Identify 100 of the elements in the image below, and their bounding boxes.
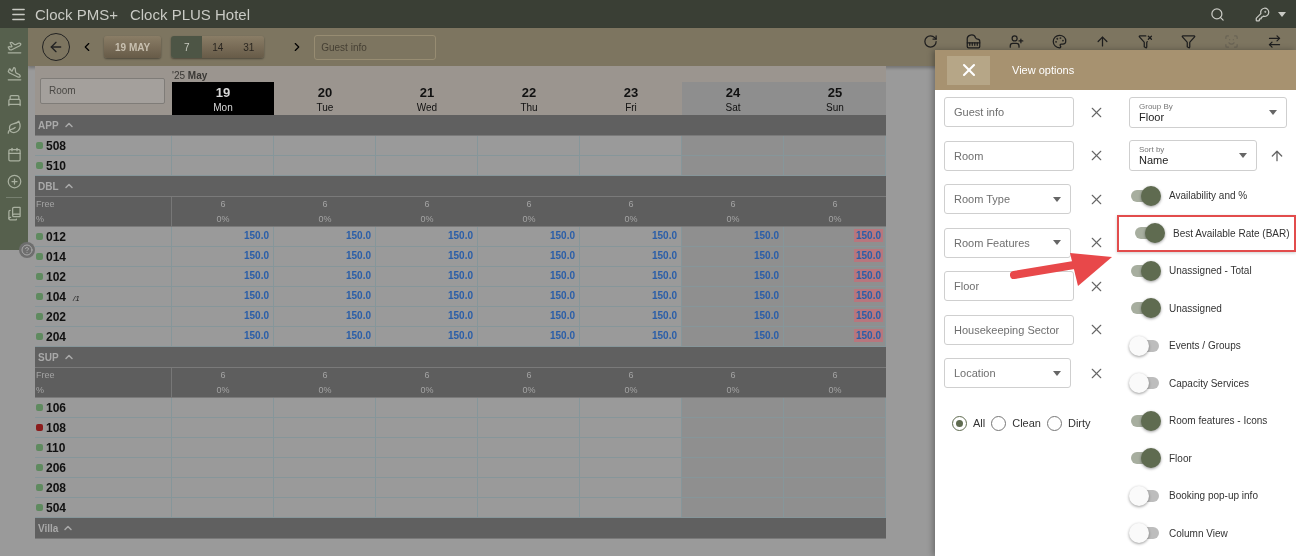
rate-value[interactable]: 150.0 <box>547 329 577 342</box>
rate-value[interactable]: 150.0 <box>445 249 475 262</box>
room-number[interactable]: 104 <box>46 289 67 304</box>
range-button[interactable]: 14 <box>202 36 234 58</box>
date-button[interactable]: 19 MAY <box>104 36 162 58</box>
refresh-icon[interactable] <box>923 34 938 49</box>
group-header[interactable]: APP <box>35 115 886 136</box>
group-header[interactable]: DBL <box>35 176 886 197</box>
day-cell[interactable]: 150.0 <box>784 227 886 246</box>
room-number[interactable]: 106 <box>46 400 67 415</box>
rate-value[interactable]: 150.0 <box>343 269 373 282</box>
day-cell[interactable]: 150.0 <box>682 247 784 266</box>
day-cell[interactable] <box>682 136 784 155</box>
day-header[interactable]: 19 Mon <box>172 82 274 115</box>
room-number[interactable]: 108 <box>46 420 67 435</box>
key-icon[interactable] <box>1255 6 1270 22</box>
filter-field[interactable]: Floor <box>944 271 1074 301</box>
rate-value[interactable]: 150.0 <box>853 249 883 262</box>
rate-value[interactable]: 150.0 <box>445 329 475 342</box>
day-cell[interactable]: 150.0 <box>682 307 784 326</box>
day-cell[interactable]: 150.0 <box>784 327 886 346</box>
radio-option[interactable]: Dirty <box>1047 415 1091 431</box>
day-header[interactable]: 22 Thu <box>478 82 580 115</box>
day-cell[interactable] <box>784 498 886 517</box>
filter-icon[interactable] <box>1181 34 1196 49</box>
rate-value[interactable]: 150.0 <box>343 309 373 322</box>
filter-select[interactable]: Room Features <box>944 227 1071 258</box>
rate-value[interactable]: 150.0 <box>547 249 577 262</box>
group-header[interactable]: SUP <box>35 347 886 368</box>
sort-by-select[interactable]: Sort by Name <box>1129 140 1257 171</box>
rate-value[interactable]: 150.0 <box>853 289 883 302</box>
day-header[interactable]: 24 Sat <box>682 82 784 115</box>
close-button[interactable] <box>947 55 990 85</box>
room-number[interactable]: 102 <box>46 269 67 284</box>
rate-value[interactable]: 150.0 <box>343 229 373 242</box>
rate-value[interactable]: 150.0 <box>853 309 883 322</box>
radio-option[interactable]: All <box>952 415 986 431</box>
rate-value[interactable]: 150.0 <box>649 269 679 282</box>
rate-value[interactable]: 150.0 <box>649 249 679 262</box>
room-number[interactable]: 504 <box>46 500 67 515</box>
bed-icon[interactable] <box>6 93 22 108</box>
caret-icon[interactable] <box>1278 11 1286 17</box>
rate-value[interactable]: 150.0 <box>445 289 475 302</box>
day-cell[interactable] <box>682 398 784 417</box>
plane-takeoff-icon[interactable] <box>6 39 22 54</box>
rate-value[interactable]: 150.0 <box>547 289 577 302</box>
palette-icon[interactable] <box>1052 34 1067 49</box>
day-header[interactable]: 20 Tue <box>274 82 376 115</box>
room-number[interactable]: 204 <box>46 329 67 344</box>
day-header[interactable]: 23 Fri <box>580 82 682 115</box>
day-cell[interactable]: 150.0 <box>682 327 784 346</box>
room-number[interactable]: 110 <box>46 440 66 455</box>
day-cell[interactable]: 150.0 <box>784 287 886 306</box>
rate-value[interactable]: 150.0 <box>445 269 475 282</box>
rate-value[interactable]: 150.0 <box>649 229 679 242</box>
rate-value[interactable]: 150.0 <box>751 269 781 282</box>
group-header[interactable]: Villa <box>35 518 886 539</box>
day-header[interactable]: 25 Sun <box>784 82 886 115</box>
room-number[interactable]: 014 <box>46 249 67 264</box>
rate-value[interactable]: 150.0 <box>547 269 577 282</box>
rate-value[interactable]: 150.0 <box>241 289 271 302</box>
filter-field[interactable]: Room <box>944 140 1074 171</box>
filter-select[interactable]: Room Type <box>944 184 1071 214</box>
plus-circle-icon[interactable] <box>6 174 22 189</box>
day-cell[interactable] <box>682 498 784 517</box>
rate-value[interactable]: 150.0 <box>445 309 475 322</box>
day-cell[interactable]: 150.0 <box>682 287 784 306</box>
day-cell[interactable]: 150.0 <box>682 227 784 246</box>
rate-value[interactable]: 150.0 <box>241 249 271 262</box>
filter-field[interactable]: Guest info <box>944 97 1074 127</box>
rate-value[interactable]: 150.0 <box>547 229 577 242</box>
filter-select[interactable]: Location <box>944 358 1071 388</box>
filter-off-icon[interactable] <box>1138 34 1153 49</box>
room-number[interactable]: 510 <box>46 158 67 173</box>
day-cell[interactable]: 150.0 <box>784 267 886 286</box>
leaf-icon[interactable] <box>6 120 22 135</box>
rate-value[interactable]: 150.0 <box>853 229 883 242</box>
day-cell[interactable] <box>682 156 784 175</box>
radio-option[interactable]: Clean <box>991 415 1041 431</box>
day-cell[interactable] <box>784 398 886 417</box>
swap-icon[interactable] <box>1267 34 1282 49</box>
rate-value[interactable]: 150.0 <box>649 289 679 302</box>
rate-value[interactable]: 150.0 <box>343 329 373 342</box>
rate-value[interactable]: 150.0 <box>241 269 271 282</box>
rate-value[interactable]: 150.0 <box>241 229 271 242</box>
rate-value[interactable]: 150.0 <box>241 329 271 342</box>
range-button[interactable]: 7 <box>171 36 203 58</box>
day-header[interactable]: 21 Wed <box>376 82 478 115</box>
rate-value[interactable]: 150.0 <box>343 289 373 302</box>
rate-value[interactable]: 150.0 <box>751 309 781 322</box>
rate-value[interactable]: 150.0 <box>445 229 475 242</box>
rate-value[interactable]: 150.0 <box>649 309 679 322</box>
rate-value[interactable]: 150.0 <box>751 289 781 302</box>
room-filter-field[interactable]: Room <box>40 77 165 104</box>
plane-landing-icon[interactable] <box>6 66 22 81</box>
room-number[interactable]: 202 <box>46 309 67 324</box>
bookmarks-icon[interactable] <box>6 206 22 221</box>
rate-value[interactable]: 150.0 <box>241 309 271 322</box>
room-number[interactable]: 012 <box>46 229 67 244</box>
day-cell[interactable]: 150.0 <box>784 247 886 266</box>
